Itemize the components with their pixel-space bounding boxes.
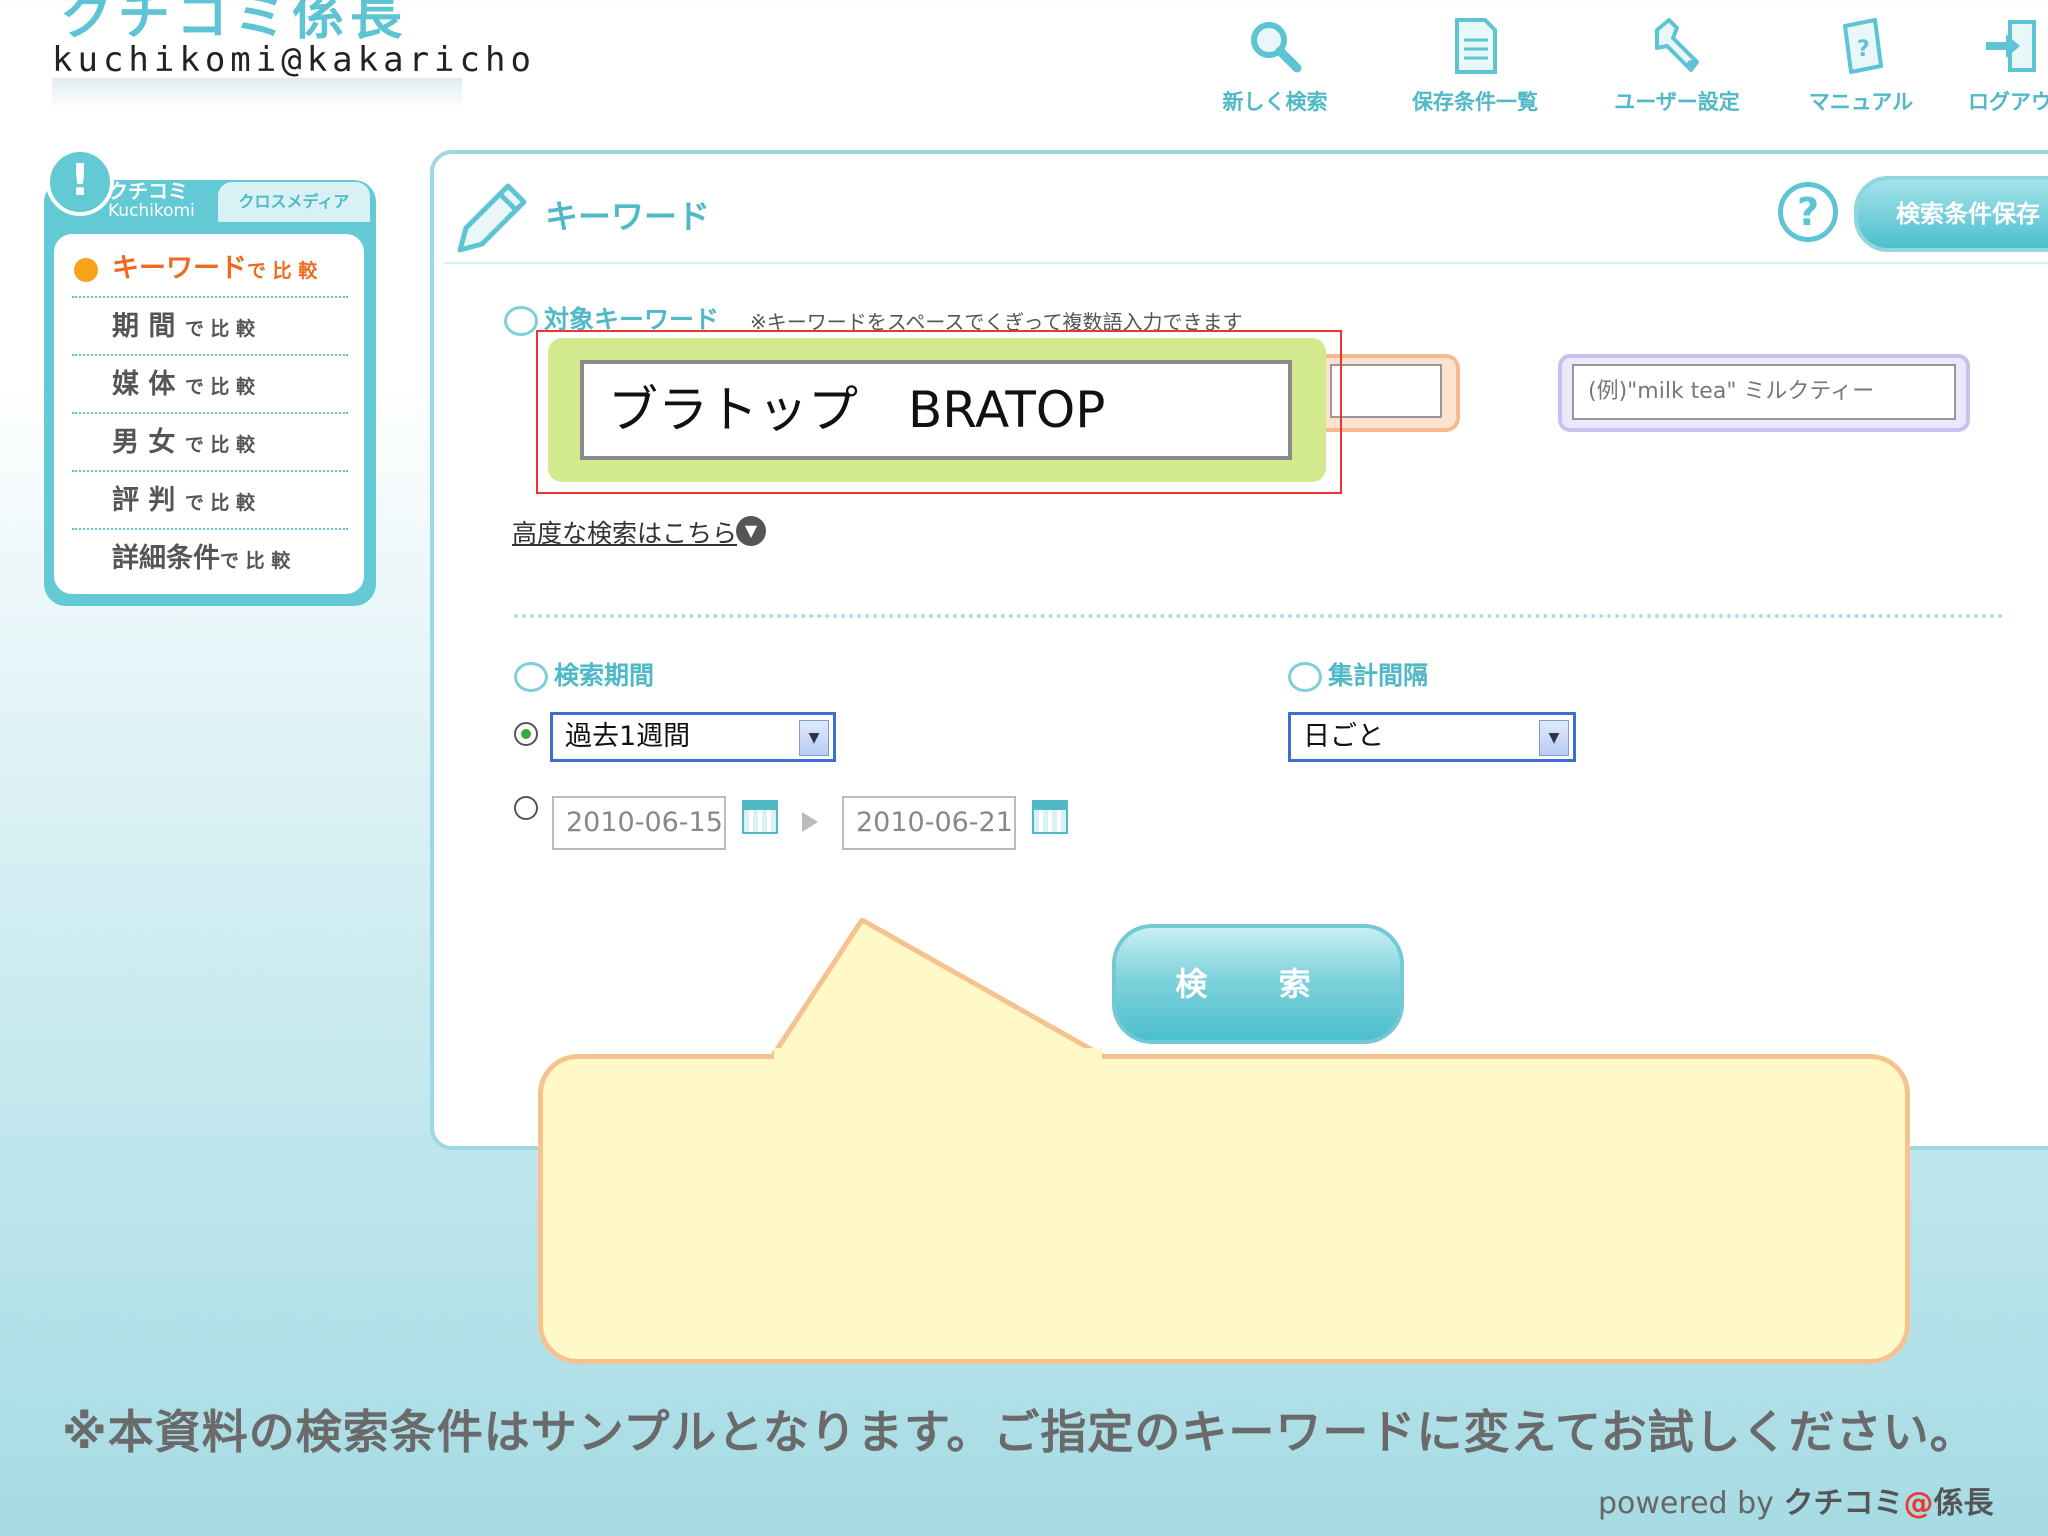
nav-manual[interactable]: ? マニュアル [1776,16,1946,116]
sidebar-item-keyword[interactable]: キーワードで 比 較 [72,240,348,298]
sidebar-item-reputation[interactable]: 評 判 で 比 較 [72,472,348,530]
interval-select-value: 日ごと [1303,721,1384,752]
sidebar-item-label: 詳細条件 [112,543,220,574]
panel-header-divider [444,262,2048,264]
help-icon[interactable]: ? [1778,182,1838,242]
period-preset-radio[interactable] [514,722,538,746]
nav-user-settings[interactable]: ユーザー設定 [1592,16,1762,116]
arrow-right-icon [74,258,98,282]
search-icon [1251,22,1302,73]
sidebar-item-suffix: で 比 較 [220,550,291,572]
advanced-search-link[interactable]: 高度な検索はこちら [512,514,737,550]
sidebar-item-detail[interactable]: 詳細条件で 比 較 [72,530,348,588]
nav-label: マニュアル [1808,90,1914,114]
nav-logout[interactable]: ログアウ [1940,16,2048,116]
document-icon [1455,18,1497,74]
section-divider [514,614,2004,618]
start-date-input[interactable]: 2010-06-15 [552,796,726,850]
footer-brand-a: クチコミ [1783,1486,1904,1521]
sidebar-item-label: 期 間 [112,311,176,342]
powered-label: powered by [1598,1486,1774,1521]
speech-bubble-icon [514,662,548,692]
nav-label: ユーザー設定 [1614,90,1740,114]
logo-reflection [52,78,462,108]
nav-saved-conditions[interactable]: 保存条件一覧 [1390,16,1560,116]
keyword-input-2[interactable] [1330,364,1442,418]
sidebar-item-suffix: で 比 較 [247,260,318,282]
period-select-value: 過去1週間 [565,721,691,752]
exclamation-icon: ! [46,148,114,216]
footer-brand-at: @ [1903,1486,1934,1521]
period-select[interactable]: 過去1週間 ▼ [550,712,836,762]
sidebar-item-media[interactable]: 媒 体 で 比 較 [72,356,348,414]
logo-subtitle: kuchikomi@kakaricho [52,40,536,80]
sidebar-item-suffix: で 比 較 [184,376,256,398]
calendar-icon[interactable] [742,800,778,834]
sidebar-item-label: 評 判 [112,485,176,516]
svg-text:?: ? [1857,37,1870,62]
footer-brand-b: 係長 [1933,1486,1994,1521]
sidebar-item-suffix: で 比 較 [184,492,256,514]
interval-label: 集計間隔 [1328,661,1429,690]
keyword-input-3[interactable]: (例)"milk tea" ミルクティー [1572,364,1956,420]
chevron-down-icon[interactable]: ▼ [799,720,829,756]
nav-new-search[interactable]: 新しく検索 [1190,16,1360,116]
sidebar-item-suffix: で 比 較 [184,434,256,456]
pencil-icon [457,183,527,253]
sidebar-title-en: Kuchikomi [108,201,195,221]
period-label: 検索期間 [554,661,655,690]
logout-icon [1986,20,2036,72]
wrench-icon [1655,18,1699,72]
search-button[interactable]: 検 索 [1112,924,1404,1044]
speech-bubble-icon [1288,662,1322,692]
nav-label: 保存条件一覧 [1412,90,1538,114]
sidebar-title: クチコミ Kuchikomi [108,179,195,221]
chevron-down-icon[interactable]: ▼ [736,516,766,546]
period-custom-radio[interactable] [514,796,538,820]
callout-box [538,1054,1910,1364]
period-section-label: 検索期間 [514,656,654,692]
chevron-down-icon[interactable]: ▼ [1539,720,1569,756]
nav-label: ログアウ [1968,90,2048,114]
interval-select[interactable]: 日ごと ▼ [1288,712,1576,762]
calendar-icon[interactable] [1032,800,1068,834]
panel-title: キーワード [545,197,710,236]
powered-by: powered by クチコミ@係長 [1598,1478,1993,1522]
highlight-box [536,330,1342,494]
callout-pointer [767,918,1113,1063]
save-conditions-button[interactable]: 検索条件保存 [1854,176,2048,252]
sidebar-tab-crossmedia[interactable]: クロスメディア [218,182,370,222]
interval-section-label: 集計間隔 [1288,656,1428,692]
sidebar-item-label: 媒 体 [112,369,176,400]
manual-icon: ? [1843,18,1883,74]
sidebar-item-label: 男 女 [112,427,176,458]
sidebar-item-label: キーワード [112,253,247,284]
sidebar-item-period[interactable]: 期 間 で 比 較 [72,298,348,356]
sidebar-item-gender[interactable]: 男 女 で 比 較 [72,414,348,472]
sidebar-title-jp: クチコミ [108,179,188,203]
sample-notice: ※本資料の検索条件はサンプルとなります。ご指定のキーワードに変えてお試しください… [62,1405,1977,1459]
speech-bubble-icon [504,306,538,336]
sidebar-item-suffix: で 比 較 [184,318,256,340]
nav-label: 新しく検索 [1222,90,1328,114]
end-date-input[interactable]: 2010-06-21 [842,796,1016,850]
callout-joint [774,1048,1102,1062]
play-arrow-icon [802,812,818,832]
